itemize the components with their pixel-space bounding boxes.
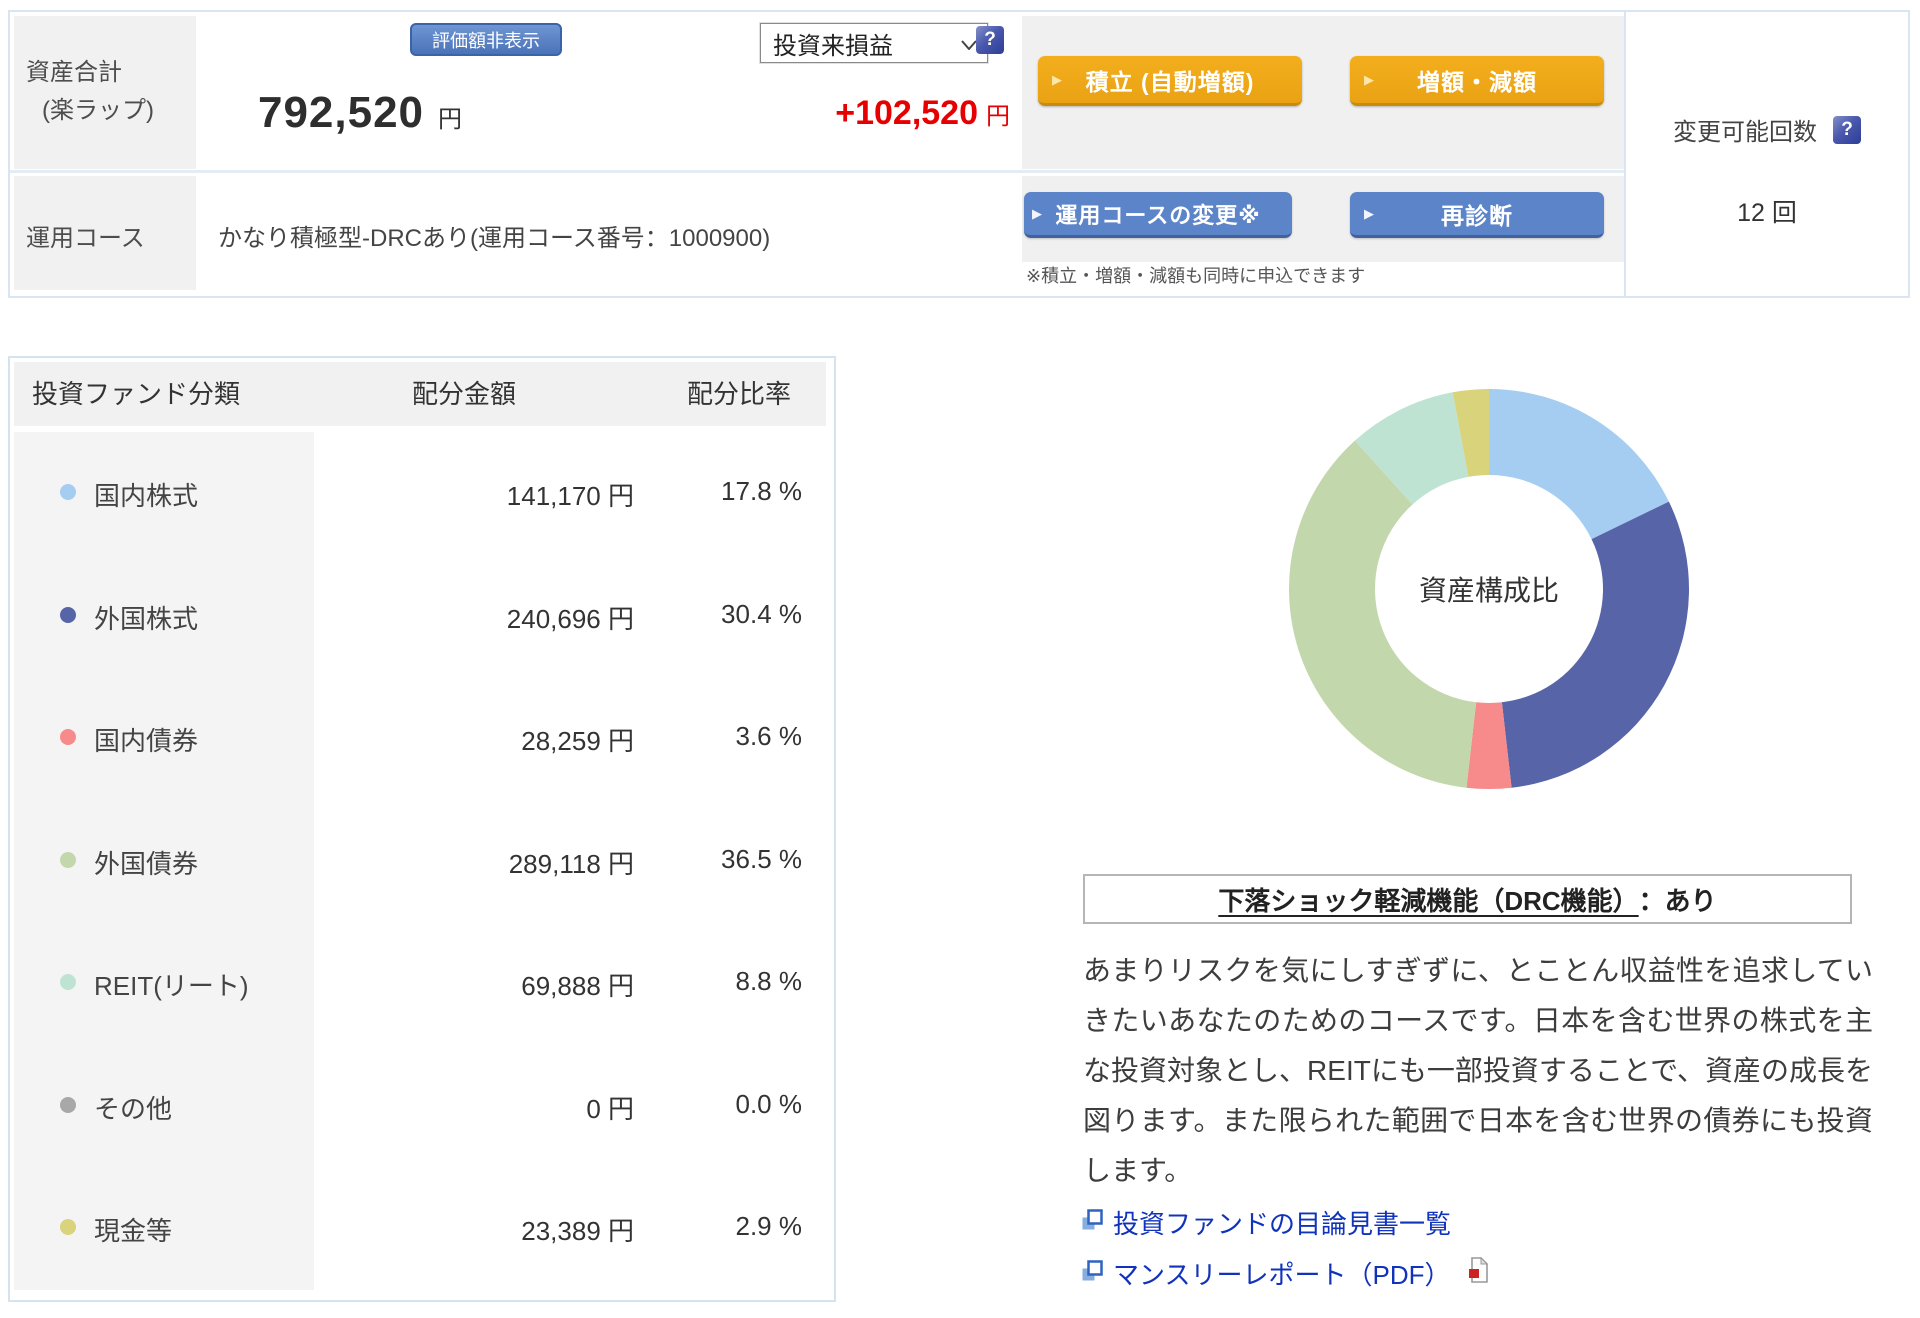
rediagnosis-button[interactable]: ▶ 再診断 [1350,192,1604,238]
total-asset-unit: 円 [438,106,463,133]
pl-period-select-value: 投資来損益 [773,32,893,60]
donut-segment [1289,440,1477,788]
summary-panel: 資産合計 (楽ラップ) 評価額非表示 792,520 円 投資来損益 ? +102… [8,10,1910,298]
summary-main: 資産合計 (楽ラップ) 評価額非表示 792,520 円 投資来損益 ? +102… [10,12,1624,296]
donut-center-label: 資産構成比 [1418,575,1559,606]
allocation-amount: 141,170 円 [506,481,634,511]
allocation-amount: 69,888 円 [521,971,634,1001]
category-label: 外国株式 [94,603,199,634]
allocation-ratio: 17.8 % [721,476,802,506]
drc-feature-box: 下落ショック軽減機能（DRC機能） ：あり [1083,874,1852,924]
category-label: その他 [94,1093,173,1124]
allocation-ratio: 36.5 % [721,843,802,874]
change-count-panel: 変更可能回数 ? 12 回 [1624,12,1908,296]
pdf-file-icon [1468,1256,1489,1290]
pl-unit: 円 [986,103,1010,130]
external-link-icon [1081,1258,1103,1289]
category-label: 現金等 [94,1216,173,1246]
allocation-ratio: 2.9 % [735,1211,803,1241]
change-count-help-icon[interactable]: ? [1833,115,1861,144]
allocation-ratio: 3.6 % [735,721,803,751]
allocation-table-header: 投資ファンド分類 配分金額 配分比率 [14,362,826,426]
header-fund-category: 投資ファンド分類 [32,379,241,409]
pl-amount: +102,520 [835,94,978,132]
table-row: 国内株式 141,170 円 17.8 % [14,432,826,555]
row-divider [10,170,1624,173]
table-row: 国内債券 28,259 円 3.6 % [14,677,826,800]
donut-segment [1501,501,1689,788]
category-label: 外国債券 [94,848,199,879]
category-label: REIT(リート) [94,971,249,1001]
allocation-ratio: 0.0 % [735,1088,803,1119]
change-count-line: 変更可能回数 ? [1673,112,1861,147]
category-dot [60,729,76,745]
allocation-amount: 28,259 円 [521,726,634,756]
category-dot [60,606,76,623]
hide-valuation-button[interactable]: 評価額非表示 [410,23,562,56]
change-count-value: 12 回 [1737,199,1797,227]
allocation-amount: 289,118 円 [508,848,634,879]
allocation-amount: 23,389 円 [521,1216,634,1246]
total-asset-value: 792,520 円 [150,88,570,138]
category-dot [60,1096,76,1113]
category-dot [60,851,76,868]
monthly-report-link-label: マンスリーレポート（PDF） [1113,1260,1451,1290]
course-description: あまりリスクを気にしすぎずに、とことん収益性を追求していきたいあなたのためのコー… [1083,955,1873,1186]
course-value: かなり積極型-DRCあり(運用コース番号：1000900) [218,225,771,252]
pl-value-line: +102,520 円 [600,94,1010,133]
simultaneous-application-note: ※積立・増額・減額も同時に申込できます [1026,266,1366,286]
course-change-button[interactable]: ▶ 運用コースの変更※ [1024,192,1292,238]
table-row: 外国債券 289,118 円 36.5 % [14,800,826,923]
course-change-button-label: 運用コースの変更※ [1055,202,1261,228]
pl-help-icon[interactable]: ? [976,26,1004,54]
prospectus-link[interactable]: 投資ファンドの目論見書一覧 [1081,1204,1488,1241]
header-allocation-ratio: 配分比率 [686,379,791,409]
button-arrow-icon: ▶ [1364,205,1375,221]
table-row: 現金等 23,389 円 2.9 % [14,1167,826,1290]
table-row: REIT(リート) 69,888 円 8.8 % [14,922,826,1045]
page: 資産合計 (楽ラップ) 評価額非表示 792,520 円 投資来損益 ? +102… [0,0,1920,1318]
allocation-table: 投資ファンド分類 配分金額 配分比率 国内株式 141,170 円 17.8 % 外国… [8,356,836,1302]
button-arrow-icon: ▶ [1032,205,1043,221]
course-label: 運用コース [26,225,145,252]
allocation-amount: 0 円 [586,1093,634,1124]
drc-feature-status: ：あり [1638,885,1717,916]
asset-total-label-line2: (楽ラップ) [42,97,154,124]
pl-period-select[interactable]: 投資来損益 [760,23,988,63]
allocation-amount: 240,696 円 [506,603,634,634]
table-row: 外国株式 240,696 円 30.4 % [14,555,826,678]
asset-composition-donut-chart: 資産構成比 [1283,383,1695,795]
allocation-rows: 国内株式 141,170 円 17.8 % 外国株式 240,696 円 30.4 % 国内… [14,432,826,1290]
category-dot [60,1219,76,1235]
change-count-label: 変更可能回数 [1673,119,1817,146]
rediagnosis-button-label: 再診断 [1441,202,1513,229]
drc-feature-title: 下落ショック軽減機能（DRC機能） [1218,885,1639,916]
category-label: 国内株式 [94,481,199,511]
document-links: 投資ファンドの目論見書一覧 マンスリーレポート（PDF） [1081,1204,1489,1292]
category-label: 国内債券 [94,726,199,756]
zougaku-gengaku-button[interactable]: ▶ 増額・減額 [1350,56,1604,106]
button-arrow-icon: ▶ [1052,71,1063,87]
allocation-ratio: 8.8 % [735,966,803,996]
asset-total-label: 資産合計 (楽ラップ) [26,54,154,130]
monthly-report-link[interactable]: マンスリーレポート（PDF） [1081,1255,1489,1292]
category-dot [60,484,76,500]
allocation-ratio: 30.4 % [721,598,802,629]
table-row: その他 0 円 0.0 % [14,1045,826,1168]
tsumitate-button-label: 積立 (自動増額) [1085,68,1255,95]
tsumitate-button[interactable]: ▶ 積立 (自動増額) [1038,56,1302,106]
button-arrow-icon: ▶ [1364,71,1375,87]
asset-total-label-line1: 資産合計 [26,59,122,86]
total-asset-amount: 792,520 [257,88,425,137]
header-allocation-amount: 配分金額 [411,379,516,409]
prospectus-link-label: 投資ファンドの目論見書一覧 [1113,1209,1452,1239]
zougaku-button-label: 増額・減額 [1417,68,1537,95]
external-link-icon [1081,1207,1103,1238]
chevron-down-icon [961,29,977,57]
category-dot [60,974,76,990]
